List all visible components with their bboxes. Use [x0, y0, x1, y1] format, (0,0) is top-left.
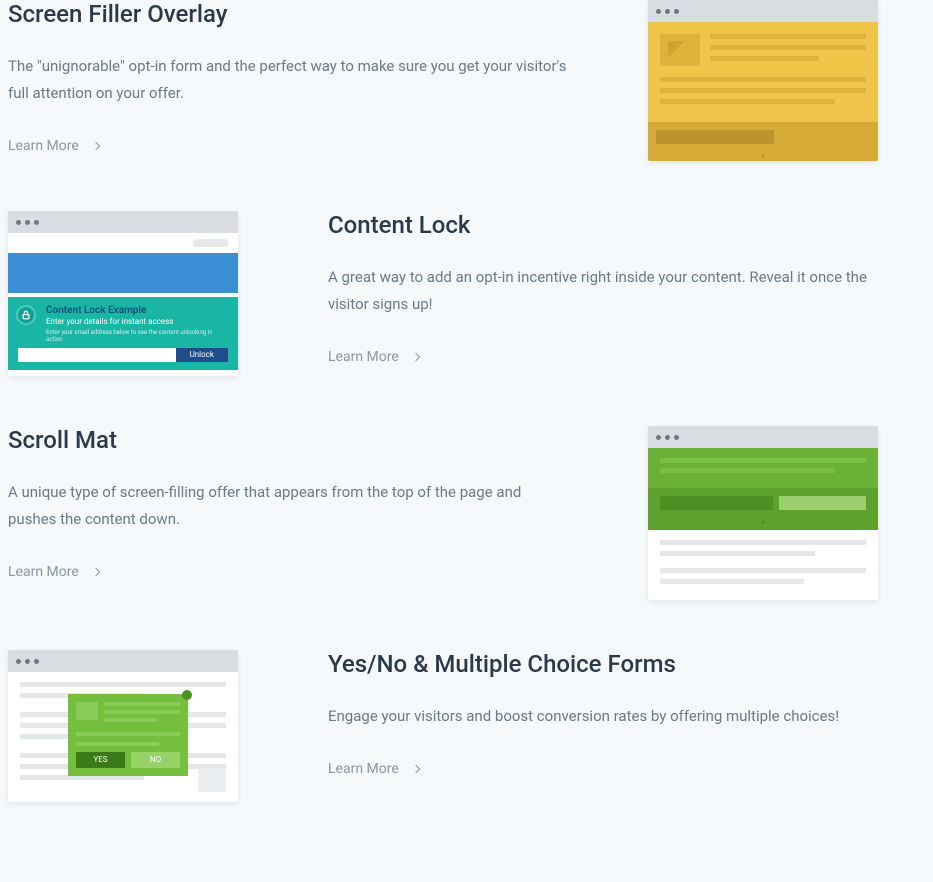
learn-more-label: Learn More	[8, 138, 79, 154]
browser-bar	[648, 0, 878, 22]
window-dot-icon	[16, 659, 21, 664]
feature-title: Screen Filler Overlay	[8, 0, 568, 28]
feature-description: A great way to add an opt-in incentive r…	[328, 264, 888, 318]
feature-description: The "unignorable" opt-in form and the pe…	[8, 53, 568, 107]
chevron-down-icon: ▾	[648, 518, 878, 530]
feature-scroll-mat: Scroll Mat A unique type of screen-filli…	[8, 426, 925, 600]
mock-lock-subtitle: Enter your details for instant access	[46, 317, 228, 327]
mock-email-input	[18, 348, 176, 362]
chevron-right-icon	[412, 765, 420, 773]
image-placeholder-icon	[198, 768, 226, 792]
learn-more-link[interactable]: Learn More	[328, 349, 419, 365]
window-dot-icon	[674, 9, 679, 14]
learn-more-label: Learn More	[8, 564, 79, 580]
scroll-mat-mock: ▾	[648, 426, 878, 600]
feature-title: Yes/No & Multiple Choice Forms	[328, 650, 888, 678]
browser-bar	[8, 211, 238, 233]
mock-lock-title: Content Lock Example	[46, 305, 228, 316]
learn-more-link[interactable]: Learn More	[328, 761, 419, 777]
feature-content-lock: Content Lock A great way to add an opt-i…	[8, 211, 925, 376]
window-dot-icon	[665, 435, 670, 440]
chevron-right-icon	[92, 568, 100, 576]
window-dot-icon	[674, 435, 679, 440]
text-column: Scroll Mat A unique type of screen-filli…	[8, 426, 568, 580]
mock-overlay: YES NO	[68, 694, 188, 776]
mock-input	[660, 496, 773, 510]
content-lock-mock: Content Lock Example Enter your details …	[8, 211, 238, 376]
lock-icon	[16, 305, 36, 325]
browser-bar	[8, 650, 238, 672]
feature-title: Content Lock	[328, 211, 888, 239]
text-column: Yes/No & Multiple Choice Forms Engage yo…	[328, 650, 888, 777]
browser-bar	[648, 426, 878, 448]
feature-description: Engage your visitors and boost conversio…	[328, 703, 888, 730]
mock-unlock-button: Unlock	[176, 348, 229, 362]
learn-more-label: Learn More	[328, 761, 399, 777]
mock-input	[656, 130, 774, 144]
illustration-column: YES NO	[8, 650, 248, 802]
illustration-column: ▾	[648, 0, 888, 161]
yes-no-mock: YES NO	[8, 650, 238, 802]
window-dot-icon	[656, 9, 661, 14]
chevron-right-icon	[92, 142, 100, 150]
text-column: Screen Filler Overlay The "unignorable" …	[8, 0, 568, 154]
window-dot-icon	[25, 220, 30, 225]
screen-filler-mock: ▾	[648, 0, 878, 161]
illustration-column: Content Lock Example Enter your details …	[8, 211, 248, 376]
mock-yes-button: YES	[76, 752, 125, 768]
image-placeholder-icon	[660, 34, 700, 66]
close-icon	[182, 690, 192, 700]
feature-description: A unique type of screen-filling offer th…	[8, 479, 568, 533]
mock-lock-desc: Enter your email address below to see th…	[46, 329, 228, 343]
feature-title: Scroll Mat	[8, 426, 568, 454]
window-dot-icon	[34, 220, 39, 225]
window-dot-icon	[665, 9, 670, 14]
mock-button	[780, 130, 870, 144]
text-column: Content Lock A great way to add an opt-i…	[328, 211, 888, 365]
feature-screen-filler: Screen Filler Overlay The "unignorable" …	[8, 0, 925, 161]
feature-yes-no: Yes/No & Multiple Choice Forms Engage yo…	[8, 650, 925, 802]
learn-more-link[interactable]: Learn More	[8, 138, 99, 154]
illustration-column: ▾	[648, 426, 888, 600]
mock-button	[779, 496, 866, 510]
chevron-down-icon: ▾	[648, 152, 878, 161]
learn-more-link[interactable]: Learn More	[8, 564, 99, 580]
window-dot-icon	[34, 659, 39, 664]
window-dot-icon	[656, 435, 661, 440]
window-dot-icon	[25, 659, 30, 664]
window-dot-icon	[16, 220, 21, 225]
learn-more-label: Learn More	[328, 349, 399, 365]
mock-no-button: NO	[131, 752, 180, 768]
chevron-right-icon	[412, 353, 420, 361]
image-placeholder-icon	[76, 702, 98, 720]
